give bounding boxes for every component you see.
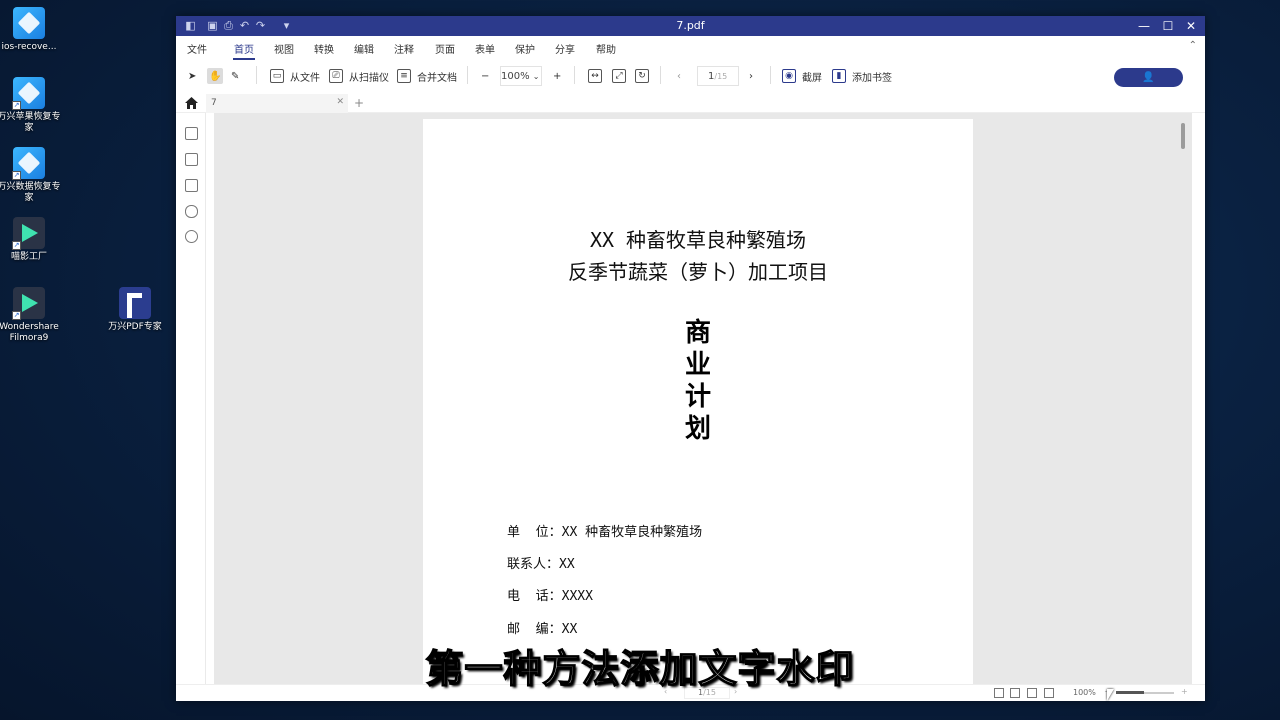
close-button[interactable]: ✕ — [1181, 18, 1201, 34]
left-sidebar — [176, 113, 206, 684]
desktop-icon-data-recovery[interactable]: ↗ 万兴数据恢复专家 — [0, 147, 61, 204]
recovery-app-icon: ↗ — [12, 147, 45, 180]
fit-page-icon[interactable]: ⤢ — [612, 68, 626, 84]
toolbar: ➤ ✋ ✎ ▭ 从文件 ⎚ 从扫描仪 ≡ 合并文档 − 100% ⌄ + ↔ ⤢ ↻ … — [176, 56, 1205, 94]
collapse-ribbon-icon[interactable]: ⌃ — [1189, 40, 1197, 51]
search-icon[interactable] — [185, 230, 198, 243]
thumbnails-icon[interactable] — [185, 127, 198, 140]
menu-home[interactable]: 首页 — [233, 41, 255, 60]
window-title: 7.pdf — [676, 19, 705, 32]
user-icon: 👤 — [1142, 72, 1155, 83]
hand-tool-icon[interactable]: ✋ — [207, 68, 224, 84]
merge-icon: ≡ — [397, 69, 411, 83]
desktop-icon-miaoying[interactable]: ↗ 喵影工厂 — [0, 217, 61, 263]
document-viewer[interactable]: XX 种畜牧草良种繁殖场 反季节蔬菜（萝卜）加工项目 商 业 计 划 单 位：X… — [214, 113, 1192, 684]
doc-title-line2: 反季节蔬菜（萝卜）加工项目 — [568, 260, 828, 284]
bookmarks-icon[interactable] — [185, 153, 198, 166]
attachment-icon[interactable] — [185, 205, 198, 218]
page-number-input[interactable]: 1/15 — [697, 66, 739, 86]
merge-docs-button[interactable]: ≡ 合并文档 — [397, 68, 457, 84]
info-unit: 单 位：XX 种畜牧草良种繁殖场 — [507, 525, 703, 540]
minimize-button[interactable]: — — [1134, 18, 1154, 34]
mouse-cursor — [1107, 689, 1114, 701]
comments-icon[interactable] — [185, 179, 198, 192]
select-tool-icon[interactable]: ➤ — [188, 68, 196, 84]
shortcut-arrow-icon: ↗ — [12, 171, 21, 180]
close-tab-icon[interactable]: ✕ — [336, 97, 344, 107]
chevron-down-icon: ⌄ — [532, 72, 540, 81]
desktop-icon-ios-recovery[interactable]: ios-recove... — [0, 7, 61, 53]
menu-edit[interactable]: 编辑 — [354, 41, 374, 56]
doc-title-line1: XX 种畜牧草良种繁殖场 — [589, 228, 807, 252]
scanner-icon: ⎚ — [329, 69, 343, 83]
desktop-icon-apple-recovery[interactable]: ↗ 万兴苹果恢复专家 — [0, 77, 61, 134]
menu-view[interactable]: 视图 — [274, 41, 294, 56]
pdf-app-icon — [119, 287, 151, 319]
menu-file[interactable]: 文件 — [187, 41, 207, 56]
menu-protect[interactable]: 保护 — [515, 41, 535, 56]
shortcut-arrow-icon: ↗ — [12, 241, 21, 250]
desktop-icon-pdf-expert[interactable]: 万兴PDF专家 — [103, 287, 167, 333]
zoom-in-button[interactable]: + — [553, 68, 561, 84]
recovery-app-icon — [13, 7, 45, 39]
prev-page-button[interactable]: ‹ — [677, 68, 681, 84]
zoom-out-button[interactable]: − — [481, 68, 489, 84]
shortcut-arrow-icon: ↗ — [12, 101, 21, 110]
camera-icon: ◉ — [782, 69, 796, 83]
vertical-title-char: 划 — [684, 414, 711, 444]
title-bar: ◧ ▣ ⎙ ↶ ↷ ▾ 7.pdf — ☐ ✕ — [176, 16, 1205, 36]
folder-icon: ▭ — [270, 69, 284, 83]
fit-width-icon[interactable]: ↔ — [588, 68, 602, 84]
menu-share[interactable]: 分享 — [555, 41, 575, 56]
next-page-button[interactable]: › — [749, 68, 753, 84]
menu-page[interactable]: 页面 — [435, 41, 455, 56]
recovery-app-icon: ↗ — [12, 77, 45, 110]
from-scanner-button[interactable]: ⎚ 从扫描仪 — [329, 68, 389, 84]
pdf-page: XX 种畜牧草良种繁殖场 反季节蔬菜（萝卜）加工项目 商 业 计 划 单 位：X… — [423, 119, 973, 684]
video-subtitle: 第一种方法添加文字水印 — [425, 646, 855, 692]
desktop-icon-filmora9[interactable]: ↗ Wondershare Filmora9 — [0, 287, 61, 344]
filmora-icon: ↗ — [12, 287, 45, 320]
screenshot-button[interactable]: ◉ 截屏 — [782, 68, 822, 84]
home-icon[interactable] — [185, 97, 198, 109]
menu-help[interactable]: 帮助 — [596, 41, 616, 56]
shortcut-arrow-icon: ↗ — [12, 311, 21, 320]
maximize-button[interactable]: ☐ — [1158, 18, 1178, 34]
add-bookmark-button[interactable]: ▮ 添加书签 — [832, 68, 892, 84]
filmora-icon: ↗ — [12, 217, 45, 250]
menu-form[interactable]: 表单 — [475, 41, 495, 56]
menu-annotate[interactable]: 注释 — [394, 41, 414, 56]
edit-tool-icon[interactable]: ✎ — [231, 68, 239, 84]
info-phone: 电 话：XXXX — [507, 589, 593, 604]
menu-convert[interactable]: 转换 — [314, 41, 334, 56]
rotate-icon[interactable]: ↻ — [635, 68, 649, 84]
add-tab-icon[interactable]: + — [354, 96, 364, 110]
info-contact: 联系人：XX — [507, 557, 575, 572]
bookmark-icon: ▮ — [832, 69, 846, 83]
tab-bar: 7 ✕ + — [176, 94, 1205, 113]
from-file-button[interactable]: ▭ 从文件 — [270, 68, 320, 84]
pdf-app-window: ◧ ▣ ⎙ ↶ ↷ ▾ 7.pdf — ☐ ✕ 文件 首页 视图 转换 编辑 注… — [176, 16, 1205, 701]
menu-bar: 文件 首页 视图 转换 编辑 注释 页面 表单 保护 分享 帮助 ⌃ — [176, 36, 1205, 60]
document-tab[interactable]: 7 ✕ — [206, 94, 348, 113]
info-postcode: 邮 编：XX — [507, 622, 578, 637]
zoom-select[interactable]: 100% ⌄ — [500, 66, 542, 86]
user-account-button[interactable]: 👤 — [1114, 68, 1183, 87]
vertical-scrollbar[interactable] — [1181, 123, 1185, 149]
